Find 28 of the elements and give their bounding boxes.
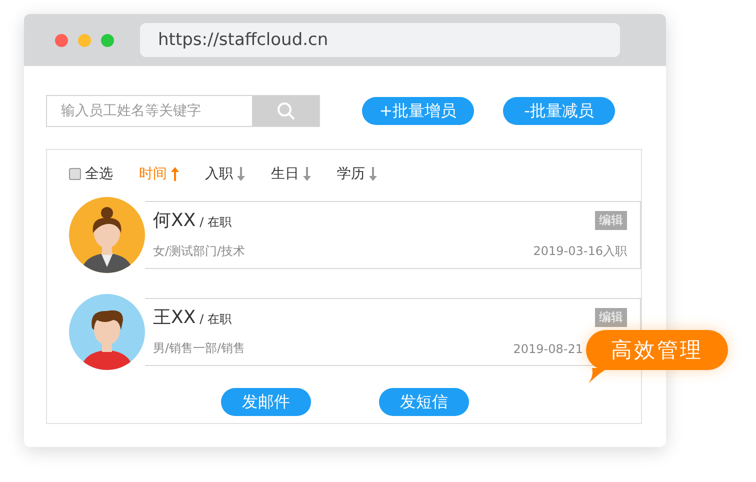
search-field[interactable]: 输入员工姓名等关键字 [46, 95, 320, 127]
minimize-icon[interactable] [78, 34, 91, 46]
sms-button[interactable]: 发短信 [379, 388, 469, 416]
close-icon[interactable] [55, 34, 68, 46]
add-staff-button[interactable]: +批量增员 [362, 97, 474, 125]
remove-staff-button[interactable]: -批量减员 [503, 97, 615, 125]
edit-button[interactable]: 编辑 [595, 308, 627, 326]
sort-tab[interactable]: 时间 [139, 165, 179, 183]
employee-name: 何XX [153, 210, 196, 231]
address-bar[interactable]: https://staffcloud.cn [140, 23, 620, 57]
employee-card[interactable]: 何XX / 在职 编辑 女/测试部门/技术 2019-03-16入职 [145, 201, 641, 269]
employee-status: / 在职 [200, 312, 232, 326]
employee-status: / 在职 [200, 215, 232, 229]
select-all-label: 全选 [85, 165, 113, 183]
employee-details: 女/测试部门/技术 [153, 243, 246, 260]
search-button[interactable] [252, 96, 319, 126]
search-icon [276, 102, 294, 120]
hire-date: 2019-08-21 [513, 342, 583, 356]
employee-details: 男/销售一部/销售 [153, 340, 246, 357]
hire-date: 2019-03-16入职 [533, 243, 627, 260]
sort-tab[interactable]: 生日 [271, 165, 311, 183]
sort-tab[interactable]: 入职 [205, 165, 245, 183]
employee-name: 王XX [153, 307, 196, 328]
maximize-icon[interactable] [101, 34, 114, 46]
email-button[interactable]: 发邮件 [221, 388, 311, 416]
checkbox[interactable] [69, 168, 81, 180]
edit-button[interactable]: 编辑 [595, 210, 627, 230]
sort-tab[interactable]: 学历 [337, 165, 377, 183]
